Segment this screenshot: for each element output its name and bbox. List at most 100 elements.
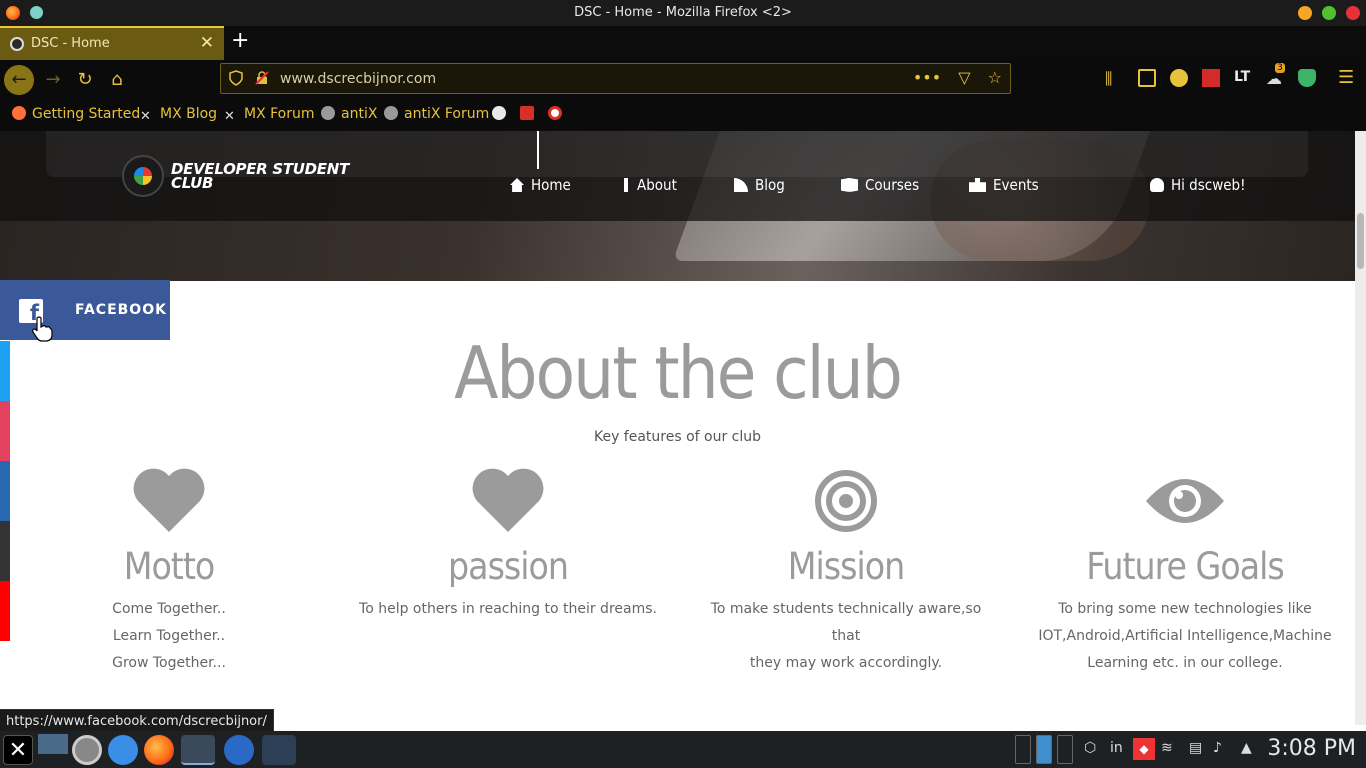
target-icon <box>815 470 877 532</box>
nav-about[interactable]: About <box>624 176 677 194</box>
language-tool-icon[interactable]: LT <box>1234 69 1252 87</box>
back-button[interactable]: ← <box>4 65 34 95</box>
url-bar[interactable]: www.dscrecbijnor.com ••• ▽ ☆ <box>220 63 1011 94</box>
antix-icon <box>384 106 398 120</box>
file-manager-icon[interactable] <box>108 735 138 765</box>
firefox-launcher-icon[interactable] <box>144 735 174 765</box>
github-share-button[interactable] <box>0 521 10 581</box>
feature-line: To help others in reaching to their drea… <box>359 601 657 617</box>
feature-title: passion <box>448 545 569 588</box>
page-actions-icon[interactable]: ••• <box>913 68 941 87</box>
close-button[interactable] <box>1346 6 1360 20</box>
brand-line-2: CLUB <box>171 174 214 192</box>
extension-badge-icon[interactable]: ☁ 3 <box>1266 63 1285 88</box>
bookmark-antix[interactable]: antiX <box>321 106 377 122</box>
about-subtitle: Key features of our club <box>593 429 762 445</box>
mx-logo-icon: ✕ <box>224 109 235 124</box>
sidebar-icon[interactable] <box>1138 69 1156 87</box>
minimize-button[interactable] <box>1298 6 1312 20</box>
account-icon[interactable] <box>1170 69 1188 87</box>
feature-line: Learn Together.. <box>112 628 226 644</box>
url-text[interactable]: www.dscrecbijnor.com <box>280 71 436 87</box>
tab-dsc-home[interactable]: DSC - Home ✕ <box>0 26 224 60</box>
nav-events[interactable]: Events <box>969 176 1039 194</box>
gmail-icon <box>520 106 534 120</box>
heart-icon <box>472 468 544 532</box>
tray-expand-icon[interactable]: ▲ <box>1241 740 1252 756</box>
bookmark-star-icon[interactable]: ☆ <box>988 68 1002 87</box>
finder-task-icon[interactable] <box>224 735 254 765</box>
window-title: DSC - Home - Mozilla Firefox <2> <box>574 5 792 20</box>
keyboard-layout[interactable]: in <box>1110 740 1123 756</box>
scrollbar-thumb[interactable] <box>1357 213 1364 269</box>
text-cursor <box>537 131 539 169</box>
book-icon <box>841 178 858 192</box>
heart-icon <box>133 468 205 532</box>
firefox-icon <box>12 106 26 120</box>
feature-title: Motto <box>123 545 216 588</box>
github-icon <box>492 106 506 120</box>
bookmark-extension[interactable] <box>548 106 568 122</box>
nav-user-account[interactable]: Hi dscweb! <box>1150 176 1246 194</box>
package-updater-icon[interactable]: ⬡ <box>1084 740 1096 756</box>
taskbar-clock[interactable]: 3:08 PM <box>1267 736 1356 761</box>
youtube-share-button[interactable] <box>0 581 10 641</box>
maximize-button[interactable] <box>1322 6 1336 20</box>
bookmark-github[interactable] <box>492 106 512 122</box>
feature-mission: Mission To make students technically awa… <box>696 466 996 677</box>
bookmark-mx-forum[interactable]: ✕ MX Forum <box>224 106 315 124</box>
nav-blog[interactable]: Blog <box>734 176 785 194</box>
insecure-lock-icon[interactable] <box>255 71 269 85</box>
mx-start-menu-icon[interactable]: ✕ <box>3 735 33 765</box>
dsc-logo-emblem <box>134 167 152 185</box>
feature-title: Future Goals <box>1086 545 1284 588</box>
navigation-toolbar: ← → ↻ ⌂ www.dscrecbijnor.com ••• ▽ ☆ ⫼ L… <box>0 60 1366 98</box>
library-icon[interactable]: ⫼ <box>1105 69 1123 88</box>
bookmark-mx-blog[interactable]: ✕ MX Blog <box>140 106 217 124</box>
wifi-icon[interactable]: ≋ <box>1161 740 1173 756</box>
adblock-shield-icon[interactable] <box>1298 69 1316 87</box>
window-titlebar: DSC - Home - Mozilla Firefox <2> <box>0 0 1366 26</box>
show-desktop-icon[interactable] <box>38 734 68 754</box>
extension-red-icon[interactable] <box>1202 69 1220 87</box>
web-page: DEVELOPER STUDENT CLUB Home About Blog C… <box>0 131 1355 725</box>
bookmark-site-icon <box>548 106 562 120</box>
antix-icon <box>321 106 335 120</box>
pocket-icon[interactable]: ▽ <box>958 68 970 87</box>
volume-icon[interactable]: ♪ <box>1213 740 1222 756</box>
feature-line: they may work accordingly. <box>749 655 943 671</box>
tab-title: DSC - Home <box>31 36 110 51</box>
feature-line: To bring some new technologies like <box>1058 601 1312 617</box>
vscode-task-icon[interactable] <box>262 735 296 765</box>
reload-button[interactable]: ↻ <box>70 65 100 95</box>
bookmark-gmail[interactable] <box>520 106 540 122</box>
bookmark-antix-forum[interactable]: antiX Forum <box>384 106 489 122</box>
bookmark-getting-started[interactable]: Getting Started <box>12 106 140 122</box>
tracking-shield-icon[interactable] <box>229 70 243 86</box>
nav-home[interactable]: Home <box>510 176 571 194</box>
settings-gear-icon[interactable] <box>72 735 102 765</box>
feature-line: To make students technically aware,so th… <box>710 601 982 644</box>
anydesk-icon[interactable]: ◆ <box>1133 738 1155 760</box>
site-brand[interactable]: DEVELOPER STUDENT CLUB <box>171 162 349 192</box>
workspace-3[interactable] <box>1057 735 1073 764</box>
menu-hamburger-icon[interactable]: ☰ <box>1338 69 1356 87</box>
mx-logo-icon: ✕ <box>140 109 151 124</box>
bookmarks-toolbar: Getting Started ✕ MX Blog ✕ MX Forum antiX… <box>0 98 1366 131</box>
clipboard-icon[interactable]: ▤ <box>1189 740 1202 756</box>
dsc-logo[interactable] <box>122 155 164 197</box>
site-favicon <box>10 37 24 51</box>
firefox-task-icon[interactable] <box>181 735 215 765</box>
home-button[interactable]: ⌂ <box>102 65 132 95</box>
user-icon <box>1150 178 1164 192</box>
new-tab-button[interactable]: + <box>231 28 249 53</box>
forward-button[interactable]: → <box>38 65 68 95</box>
site-header: DEVELOPER STUDENT CLUB Home About Blog C… <box>0 131 1355 221</box>
nav-courses[interactable]: Courses <box>841 176 919 194</box>
linkedin-share-button[interactable] <box>0 461 10 521</box>
close-tab-icon[interactable]: ✕ <box>200 33 214 53</box>
feature-line: Grow Together... <box>112 655 226 671</box>
page-scrollbar[interactable] <box>1355 131 1366 725</box>
workspace-1[interactable] <box>1015 735 1031 764</box>
workspace-2[interactable] <box>1036 735 1052 764</box>
